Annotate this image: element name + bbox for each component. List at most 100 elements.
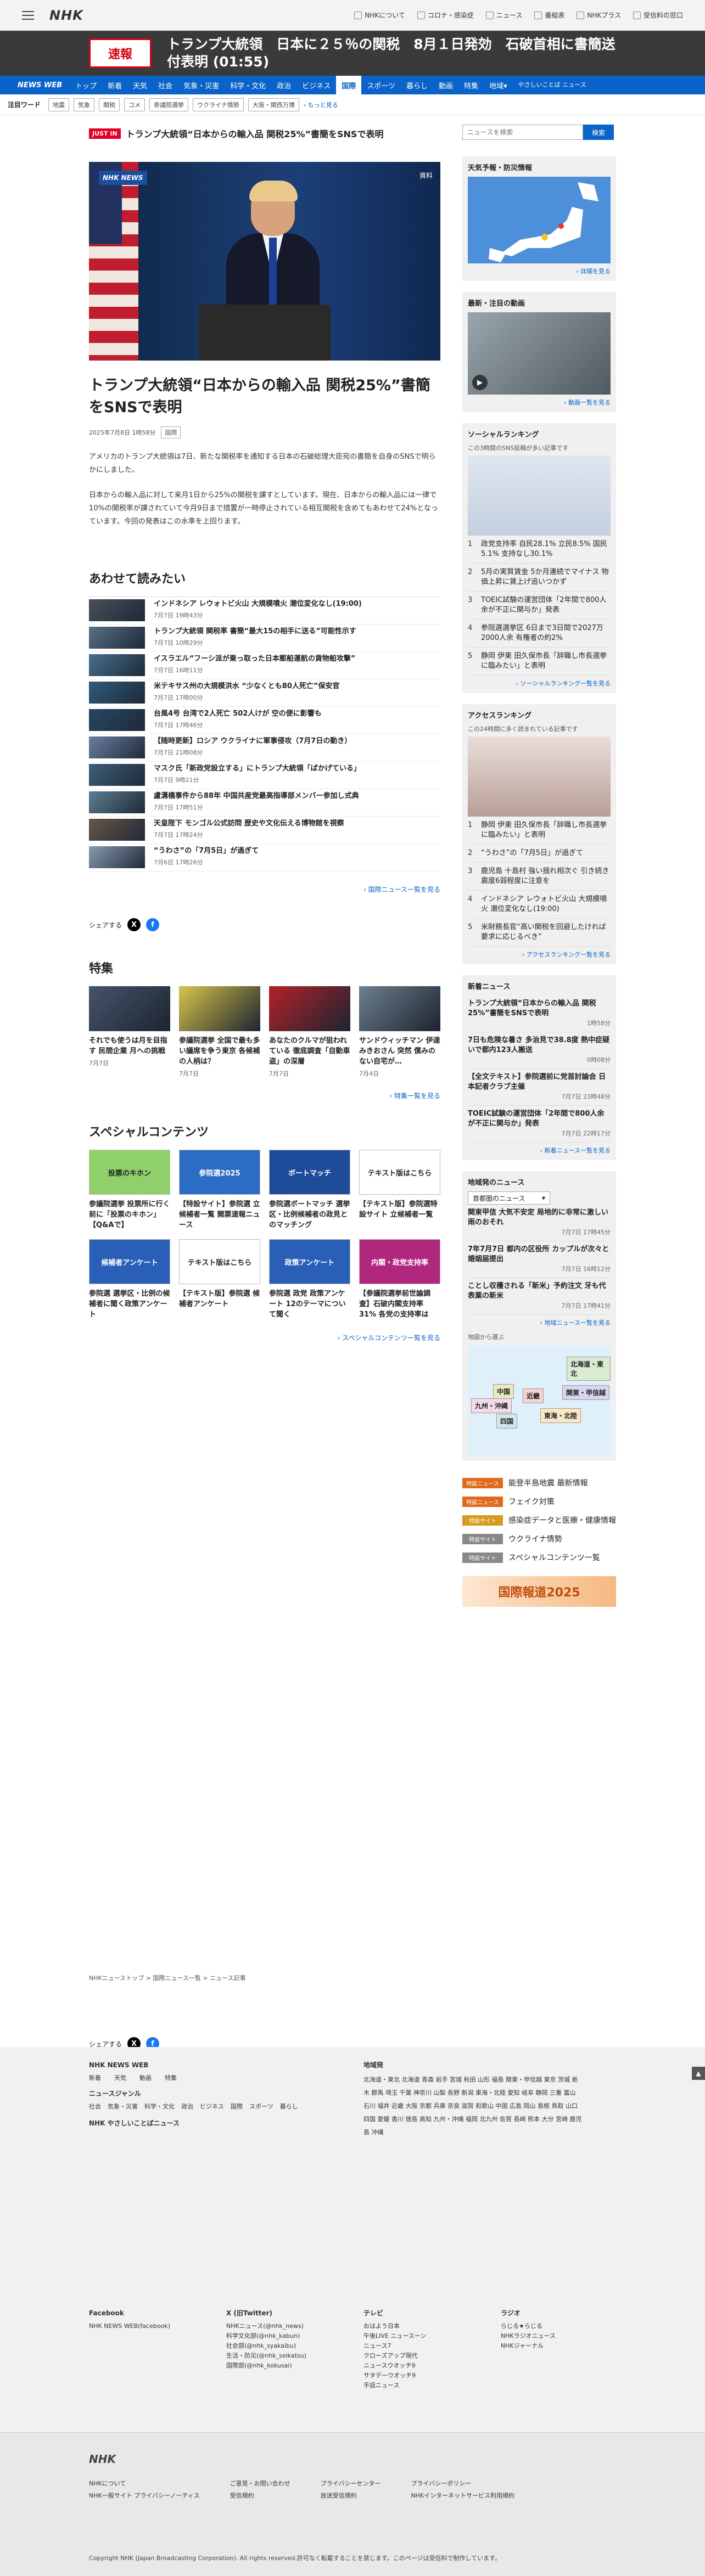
related-item[interactable]: 米テキサス州の大規模洪水 “少なくとも80人死亡”保安官 7月7日 17時00分	[89, 679, 440, 707]
local-news-item-title[interactable]: 関東甲信 大気不安定 局地的に非常に激しい雨のおそれ	[468, 1208, 608, 1227]
related-title[interactable]: マスク氏「新政党設立する」にトランプ大統領「ばかげている」	[154, 764, 361, 774]
footer-genre-link[interactable]: ビジネス	[200, 2102, 224, 2112]
special-tag-row[interactable]: 特設ニュース フェイク対策	[462, 1496, 616, 1507]
facebook-share-icon[interactable]: f	[146, 918, 160, 931]
region-1[interactable]: 関東・甲信越	[562, 1385, 610, 1400]
special-title[interactable]: 【テキスト版】参院選特設サイト 立候補者一覧	[359, 1199, 440, 1220]
nav-item-ビジネス[interactable]: ビジネス	[296, 76, 336, 94]
related-item[interactable]: インドネシア レウォトビ火山 大規模噴火 潮位変化なし(19:00) 7月7日 1…	[89, 597, 440, 625]
access-ranking-item[interactable]: 4 インドネシア レウォトビ火山 大規模噴火 潮位変化なし(19:00)	[468, 891, 611, 919]
keyword-tag[interactable]: 気象	[74, 98, 95, 111]
back-to-top-button[interactable]: ▲	[692, 2067, 705, 2080]
footer-bottom-link[interactable]: 受信規約	[230, 2491, 304, 2500]
region-5[interactable]: 四国	[496, 1414, 518, 1428]
header-link[interactable]: NHKについて	[354, 10, 405, 20]
footer-main-link[interactable]: 動画	[139, 2073, 152, 2083]
special-tag-row[interactable]: 特設サイト スペシャルコンテンツ一覧	[462, 1552, 616, 1563]
special-tag-label[interactable]: 感染症データと医療・健康情報	[508, 1515, 616, 1526]
related-item[interactable]: 天皇陛下 モンゴル公式訪問 歴史や文化伝える博物館を視察 7月7日 17時24分	[89, 817, 440, 844]
keyword-tag[interactable]: コメ	[124, 98, 146, 111]
feature-title[interactable]: サンドウィッチマン 伊達みきおさん 突然 僕みのない自宅が…	[359, 1036, 440, 1067]
video-thumbnail[interactable]: ▶	[468, 312, 611, 395]
feature-title[interactable]: それでも使うは月を目指す 民間企業 月への挑戦	[89, 1036, 170, 1056]
access-ranking-item-title[interactable]: 静岡 伊東 田久保市長「辞職し市長選挙に臨みたい」と表明	[481, 820, 611, 840]
special-title[interactable]: 【特設サイト】参院選 立候補者一覧 開票速報ニュース	[179, 1199, 260, 1230]
footer-bottom-link[interactable]: プライバシーポリシー	[411, 2479, 528, 2488]
article-genre[interactable]: 国際	[161, 426, 181, 438]
region-3[interactable]: 近畿	[523, 1388, 544, 1403]
access-ranking-item[interactable]: 5 米財務長官“高い関税を回避したければ要求に応じるべき”	[468, 919, 611, 947]
special-tag-label[interactable]: ウクライナ情勢	[508, 1533, 562, 1544]
special-title[interactable]: 参院選 選挙区・比例の候補者に聞く政策アンケート	[89, 1289, 170, 1320]
footer-genre-link[interactable]: 科学・文化	[144, 2102, 175, 2112]
feature-card[interactable]: それでも使うは月を目指す 民間企業 月への挑戦 7月7日	[89, 986, 170, 1078]
special-card[interactable]: テキスト版はこちら 【テキスト版】参院選特設サイト 立候補者一覧	[359, 1150, 440, 1230]
footer-main-link[interactable]: 新着	[89, 2073, 101, 2083]
social-ranking-image[interactable]	[468, 455, 611, 536]
local-news-item[interactable]: ことし収穫される「新米」予約注文 牙も代表業の新米 7月7日 17時41分	[468, 1278, 611, 1315]
special-title[interactable]: 参議院選挙 投票所に行く前に「投票のキホン」【Q&Aで】	[89, 1199, 170, 1230]
footer-bottom-link[interactable]: NHK一般サイト プライバシーノーティス	[89, 2491, 214, 2500]
keyword-tag[interactable]: 参議院選挙	[149, 98, 189, 111]
special-title[interactable]: 参院選ボートマッチ 選挙区・比例候補者の政見とのマッチング	[269, 1199, 350, 1230]
feature-card[interactable]: 参議院選挙 全国で最も多い議席を争う東京 各候補の人柄は？ 7月7日	[179, 986, 260, 1078]
x-share-icon[interactable]: X	[127, 918, 141, 931]
nav-item-暮らし[interactable]: 暮らし	[401, 76, 433, 94]
social-ranking-item[interactable]: 1 政党支持率 自民28.1% 立民8.5% 国民5.1% 支持なし30.1%	[468, 536, 611, 564]
footer-sns-link[interactable]: 生活・防災(@nhk_seikatsu)	[226, 2351, 352, 2361]
special-title[interactable]: 【テキスト版】参院選 候補者アンケート	[179, 1289, 260, 1309]
related-title[interactable]: 盧溝橋事件から88年 中国共産党最高指導部メンバー参加し式典	[154, 791, 359, 801]
special-card[interactable]: 内閣・政党支持率 【参議院選挙前世論調査】石破内閣支持率31% 各党の支持率は	[359, 1239, 440, 1320]
special-title[interactable]: 【参議院選挙前世論調査】石破内閣支持率31% 各党の支持率は	[359, 1289, 440, 1320]
just-in[interactable]: JUST IN トランプ大統領“日本からの輸入品 関税25%”書簡をSNSで表明	[89, 127, 440, 140]
nav-item-地域[interactable]: 地域▾	[484, 76, 513, 94]
special-card[interactable]: 政策アンケート 参院選 政党 政策アンケート 12のテーマについて聞く	[269, 1239, 350, 1320]
related-item[interactable]: 【随時更新】ロシア ウクライナに軍事侵攻（7月7日の動き） 7月7日 21時08分	[89, 734, 440, 762]
footer-nhk-logo[interactable]: NHK	[89, 2453, 116, 2466]
latest-news-item[interactable]: TOEIC試験の運営団体「2年間で800人余が不正に関与か」発表 7月7日 22時…	[468, 1106, 611, 1143]
related-item[interactable]: 台風4号 台湾で2人死亡 502人けが 空の便に影響も 7月7日 17時46分	[89, 707, 440, 734]
special-card[interactable]: テキスト版はこちら 【テキスト版】参院選 候補者アンケート	[179, 1239, 260, 1320]
nav-item-トップ[interactable]: トップ	[70, 76, 102, 94]
feature-title[interactable]: 参議院選挙 全国で最も多い議席を争う東京 各候補の人柄は？	[179, 1036, 260, 1067]
footer-sns-link[interactable]: NHKジャーナル	[501, 2341, 627, 2351]
social-ranking-item-title[interactable]: 政党支持率 自民28.1% 立民8.5% 国民5.1% 支持なし30.1%	[481, 539, 611, 559]
nav-item-動画[interactable]: 動画	[433, 76, 458, 94]
footer-sns-link[interactable]: 社会部(@nhk_syakaibu)	[226, 2341, 352, 2351]
footer-sns-link[interactable]: ニュースウオッチ9	[363, 2361, 490, 2371]
footer-sns-link[interactable]: 手話ニュース	[363, 2381, 490, 2391]
access-ranking-link[interactable]: › アクセスランキング一覧を見る	[468, 950, 611, 959]
keyword-more-link[interactable]: › もっと見る	[304, 100, 338, 109]
breaking-headline[interactable]: トランプ大統領 日本に２５％の関税 8月１日発効 石破首相に書簡送付表明 (01…	[167, 36, 617, 71]
local-link[interactable]: › 地域ニュース一覧を見る	[468, 1318, 611, 1327]
footer-sns-link[interactable]: NHKラジオニュース	[501, 2331, 627, 2341]
keyword-tag[interactable]: ウクライナ情勢	[193, 98, 244, 111]
feature-card[interactable]: サンドウィッチマン 伊達みきおさん 突然 僕みのない自宅が… 7月4日	[359, 986, 440, 1078]
footer-sns-link[interactable]: ニュース7	[363, 2341, 490, 2351]
local-news-item-title[interactable]: ことし収穫される「新米」予約注文 牙も代表業の新米	[468, 1282, 606, 1300]
access-ranking-item-title[interactable]: 鹿児島 十島村 強い揺れ相次ぐ 引き続き震度6弱程度に注意を	[481, 867, 611, 886]
footer-bottom-link[interactable]: プライバシーセンター	[321, 2479, 395, 2488]
related-title[interactable]: “うわさ”の「7月5日」が過ぎて	[154, 846, 259, 856]
footer-genre-link[interactable]: 国際	[231, 2102, 243, 2112]
region-select[interactable]: 首都圏のニュース ▾	[468, 1191, 550, 1205]
header-link[interactable]: コロナ・感染症	[417, 10, 474, 20]
related-item[interactable]: イスラエル“フーシ派が乗っ取った日本郵船運航の貨物船攻撃” 7月7日 16時11分	[89, 652, 440, 679]
search-input[interactable]	[462, 125, 583, 140]
related-title[interactable]: トランプ大統領 関税率 書簡“最大15の相手に送る”可能性示す	[154, 627, 356, 637]
access-ranking-item-title[interactable]: 米財務長官“高い関税を回避したければ要求に応じるべき”	[481, 923, 611, 942]
breadcrumb-item[interactable]: 国際ニュース一覧	[153, 1975, 200, 1982]
footer-bottom-link[interactable]: NHKについて	[89, 2479, 214, 2488]
related-item[interactable]: トランプ大統領 関税率 書簡“最大15の相手に送る”可能性示す 7月7日 10時2…	[89, 625, 440, 652]
footer-easy-link[interactable]: NHK やさしいことばニュース	[89, 2118, 320, 2128]
features-more-link[interactable]: › 特集一覧を見る	[89, 1091, 440, 1100]
social-ranking-item-title[interactable]: 静岡 伊東 田久保市長「辞職し市長選挙に臨みたい」と表明	[481, 651, 611, 671]
latest-link[interactable]: › 新着ニュース一覧を見る	[468, 1146, 611, 1155]
local-news-item[interactable]: 7年7月7日 都内の区役所 カップルが次々と婚姻届提出 7月7日 16時12分	[468, 1241, 611, 1278]
footer-sns-link[interactable]: 午後LIVE ニュースーン	[363, 2331, 490, 2341]
footer-bottom-link[interactable]: NHKインターネットサービス利用規約	[411, 2491, 528, 2500]
latest-news-item[interactable]: トランプ大統領“日本からの輸入品 関税25%”書簡をSNSで表明 1時58分	[468, 995, 611, 1032]
nav-item-社会[interactable]: 社会	[153, 76, 178, 94]
social-ranking-link[interactable]: › ソーシャルランキング一覧を見る	[468, 679, 611, 688]
related-item[interactable]: “うわさ”の「7月5日」が過ぎて 7月6日 17時26分	[89, 844, 440, 871]
